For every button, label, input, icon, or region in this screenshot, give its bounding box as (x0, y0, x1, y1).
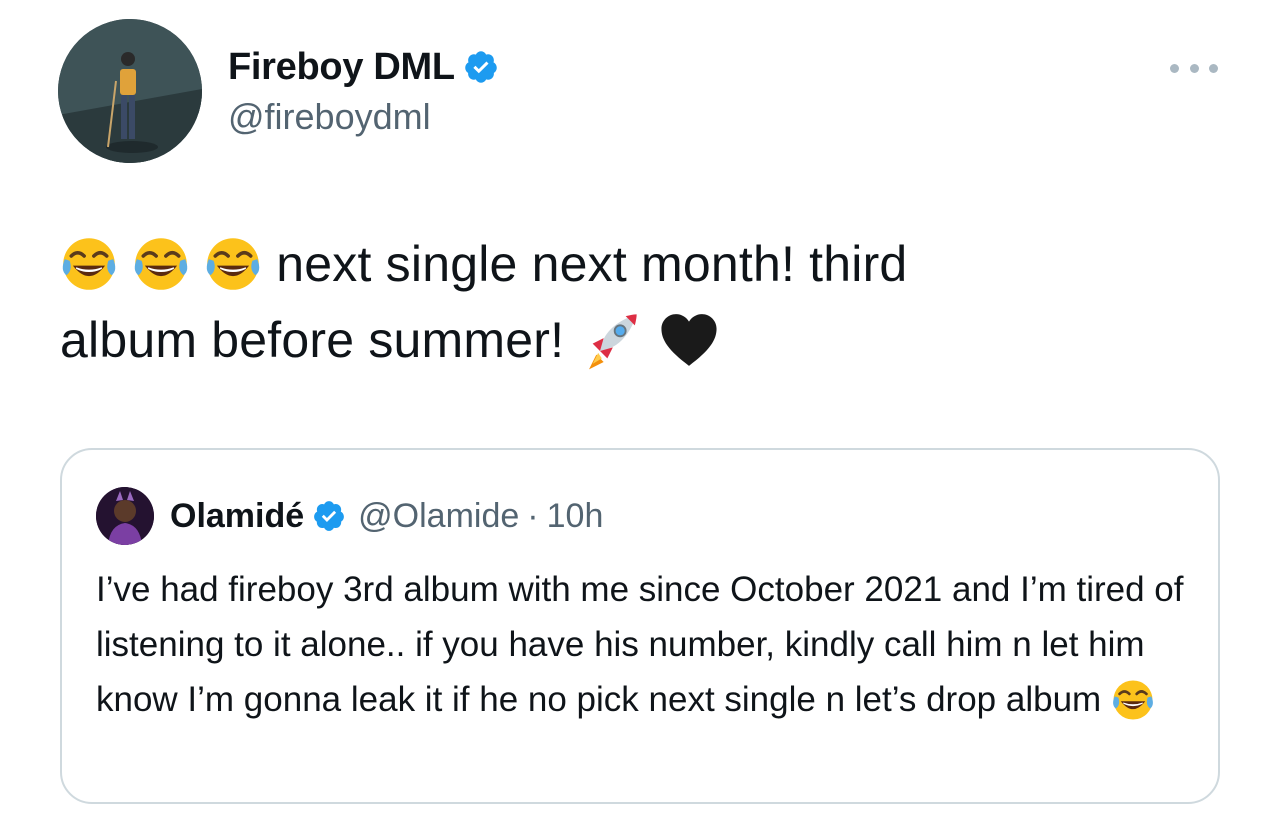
joy-emoji (1111, 678, 1155, 722)
more-dot (1209, 63, 1218, 73)
quoted-avatar-image (96, 487, 154, 545)
tweet-text-line2: album before summer! (60, 312, 565, 368)
quoted-author-name[interactable]: Olamidé (170, 493, 304, 539)
verified-badge-icon (312, 499, 346, 533)
verified-badge-icon (463, 49, 499, 85)
quoted-tweet-body: I’ve had fireboy 3rd album with me since… (96, 570, 1184, 719)
author-avatar[interactable] (58, 19, 202, 163)
more-dot (1170, 63, 1179, 73)
quoted-author-avatar[interactable] (96, 487, 154, 545)
quoted-tweet-text: I’ve had fireboy 3rd album with me since… (96, 562, 1186, 727)
rocket-emoji (578, 307, 644, 373)
author-name-row: Fireboy DML (228, 42, 499, 92)
joy-emoji (204, 235, 262, 293)
tweet-text: next single next month! third album befo… (60, 226, 1200, 378)
quoted-author-handle[interactable]: @Olamide (358, 493, 519, 539)
more-horizontal-icon[interactable] (1170, 57, 1218, 79)
quoted-separator: · (527, 497, 539, 535)
joy-emoji (60, 235, 118, 293)
quoted-tweet-card[interactable]: Olamidé @Olamide · 10h I’ve had fireboy … (60, 448, 1220, 804)
author-name[interactable]: Fireboy DML (228, 42, 455, 92)
quoted-tweet-header: Olamidé @Olamide · 10h (96, 486, 603, 546)
quoted-timestamp[interactable]: 10h (547, 493, 604, 539)
author-handle[interactable]: @fireboydml (228, 94, 431, 140)
black-heart-emoji (658, 309, 720, 371)
avatar-image (58, 19, 202, 163)
tweet-text-line1: next single next month! third (276, 236, 908, 292)
more-dot (1189, 63, 1199, 73)
tweet: Fireboy DML @fireboydml next single next… (0, 0, 1280, 840)
joy-emoji (132, 235, 190, 293)
